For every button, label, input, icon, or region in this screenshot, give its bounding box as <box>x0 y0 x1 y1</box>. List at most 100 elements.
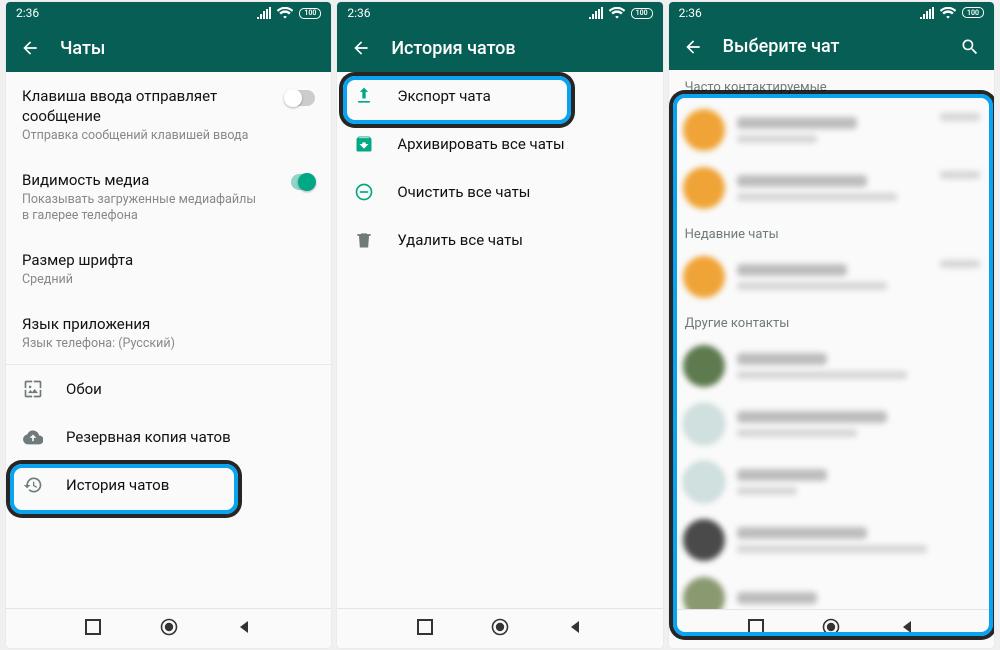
setting-app-language[interactable]: Язык приложения Язык телефона: (Русский) <box>6 300 331 364</box>
history-delete-all[interactable]: Удалить все чаты <box>337 216 662 264</box>
app-header: История чатов <box>337 24 662 72</box>
list-item[interactable] <box>669 337 994 395</box>
android-navbar <box>669 609 994 648</box>
setting-label: Клавиша ввода отправляет сообщение <box>22 86 285 126</box>
section-recent: Недавние чаты <box>669 217 994 248</box>
list-item[interactable] <box>669 569 994 609</box>
chat-time-placeholder <box>940 260 980 268</box>
android-navbar <box>337 608 662 648</box>
setting-label: Язык приложения <box>22 314 315 334</box>
history-content: Экспорт чата Архивировать все чаты Очист… <box>337 72 662 608</box>
status-bar: 2:36 100 <box>6 2 331 24</box>
settings-content: Клавиша ввода отправляет сообщение Отпра… <box>6 72 331 608</box>
back-icon[interactable] <box>351 38 371 58</box>
chat-time-placeholder <box>940 113 980 121</box>
nav-home-icon[interactable] <box>160 618 178 640</box>
list-item[interactable] <box>669 159 994 217</box>
chat-list-content: Часто контактируемые Недавние чаты Други… <box>669 70 994 609</box>
nav-back-icon[interactable] <box>567 619 583 639</box>
cloud-upload-icon <box>22 427 44 447</box>
status-bar: 2:36 100 <box>669 2 994 23</box>
avatar <box>683 519 725 561</box>
setting-label: Экспорт чата <box>397 87 490 105</box>
clear-icon <box>353 182 375 202</box>
setting-label: История чатов <box>66 476 169 494</box>
setting-label: Видимость медиа <box>22 170 291 190</box>
wifi-icon <box>277 7 293 19</box>
wallpaper-icon <box>22 379 44 399</box>
status-icons: 100 <box>589 7 653 19</box>
list-item[interactable] <box>669 248 994 306</box>
nav-recents-icon[interactable] <box>748 619 764 639</box>
toggle-enter-sends[interactable] <box>285 90 315 106</box>
setting-sub: Показывать загруженные медиафайлы в гале… <box>22 192 264 224</box>
status-bar: 2:36 100 <box>337 2 662 24</box>
list-item[interactable] <box>669 395 994 453</box>
phone-screen-chats-settings: 2:36 100 Чаты Клавиша ввода отправляет с… <box>6 2 331 648</box>
back-icon[interactable] <box>20 38 40 58</box>
avatar <box>683 577 725 609</box>
status-time: 2:36 <box>16 6 39 20</box>
phone-screen-select-chat: 2:36 100 Выберите чат Часто контактируем… <box>669 2 994 648</box>
setting-backup[interactable]: Резервная копия чатов <box>6 413 331 461</box>
list-item[interactable] <box>669 453 994 511</box>
phone-screen-chat-history: 2:36 100 История чатов Экспорт чата Архи… <box>337 2 662 648</box>
android-navbar <box>6 608 331 648</box>
toggle-media-visibility[interactable] <box>291 174 315 190</box>
trash-icon <box>353 230 375 250</box>
wifi-icon <box>609 7 625 19</box>
header-title: Чаты <box>60 38 105 59</box>
setting-label: Архивировать все чаты <box>397 135 564 153</box>
nav-recents-icon[interactable] <box>417 619 433 639</box>
header-title: Выберите чат <box>723 36 840 57</box>
battery-icon: 100 <box>962 7 984 18</box>
setting-label: Резервная копия чатов <box>66 428 231 446</box>
setting-enter-sends[interactable]: Клавиша ввода отправляет сообщение Отпра… <box>6 72 331 156</box>
signal-icon <box>589 7 603 19</box>
export-icon <box>353 86 375 106</box>
avatar <box>683 109 725 151</box>
history-clear-all[interactable]: Очистить все чаты <box>337 168 662 216</box>
wifi-icon <box>940 7 956 19</box>
setting-media-visibility[interactable]: Видимость медиа Показывать загруженные м… <box>6 156 331 236</box>
setting-sub: Отправка сообщений клавишей ввода <box>22 128 259 144</box>
setting-label: Размер шрифта <box>22 250 315 270</box>
list-item[interactable] <box>669 101 994 159</box>
chat-time-placeholder <box>940 171 980 179</box>
setting-font-size[interactable]: Размер шрифта Средний <box>6 236 331 300</box>
status-icons: 100 <box>257 7 321 19</box>
status-icons: 100 <box>920 7 984 19</box>
history-icon <box>22 475 44 495</box>
app-header: Выберите чат <box>669 23 994 69</box>
setting-sub: Средний <box>22 272 286 288</box>
history-export[interactable]: Экспорт чата <box>337 72 662 120</box>
battery-icon: 100 <box>299 8 321 19</box>
avatar <box>683 403 725 445</box>
signal-icon <box>257 7 271 19</box>
nav-recents-icon[interactable] <box>85 619 101 639</box>
list-item[interactable] <box>669 511 994 569</box>
setting-chat-history[interactable]: История чатов <box>6 461 331 509</box>
back-icon[interactable] <box>683 37 703 57</box>
avatar <box>683 256 725 298</box>
section-others: Другие контакты <box>669 306 994 337</box>
setting-label: Очистить все чаты <box>397 183 530 201</box>
nav-home-icon[interactable] <box>822 618 840 640</box>
battery-icon: 100 <box>631 8 653 19</box>
avatar <box>683 345 725 387</box>
search-icon[interactable] <box>960 37 980 57</box>
setting-label: Удалить все чаты <box>397 231 523 249</box>
status-time: 2:36 <box>679 6 702 20</box>
avatar <box>683 167 725 209</box>
header-title: История чатов <box>391 38 515 59</box>
nav-home-icon[interactable] <box>491 618 509 640</box>
avatar <box>683 461 725 503</box>
signal-icon <box>920 7 934 19</box>
setting-wallpaper[interactable]: Обои <box>6 365 331 413</box>
setting-sub: Язык телефона: (Русский) <box>22 336 286 352</box>
nav-back-icon[interactable] <box>236 619 252 639</box>
nav-back-icon[interactable] <box>899 619 915 639</box>
app-header: Чаты <box>6 24 331 72</box>
history-archive-all[interactable]: Архивировать все чаты <box>337 120 662 168</box>
section-frequent: Часто контактируемые <box>669 70 994 101</box>
